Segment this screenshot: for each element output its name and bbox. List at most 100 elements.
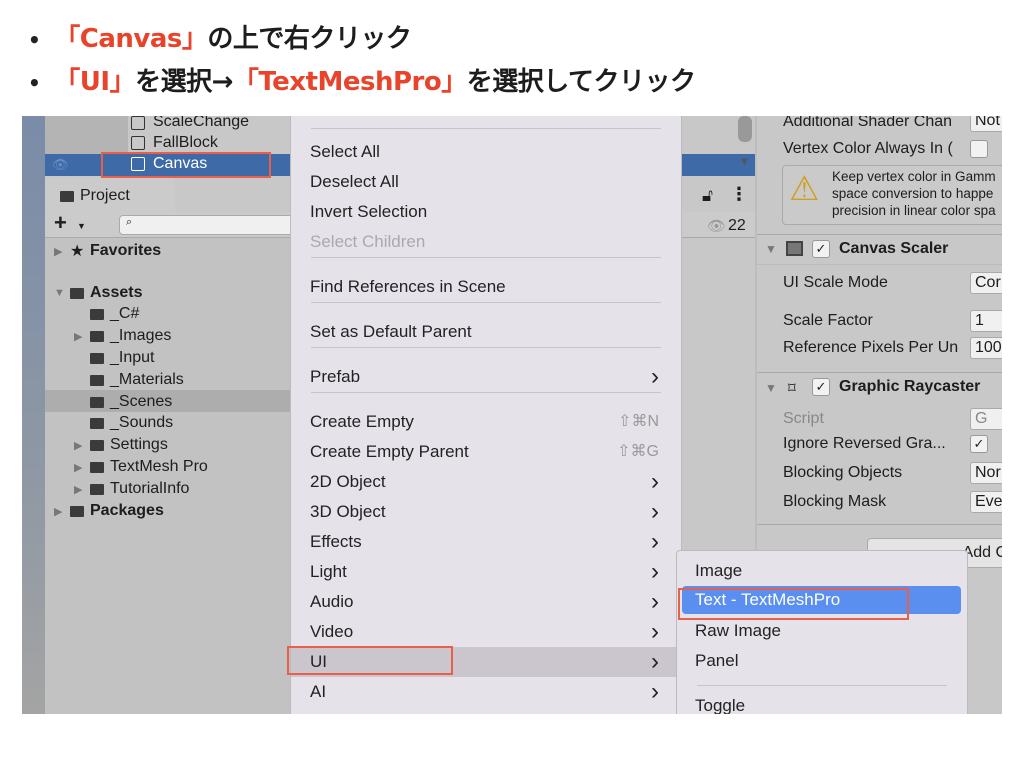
blocking-objects-dropdown[interactable]: Nor [970,462,1002,484]
gameobject-icon [131,136,145,150]
label: Ignore Reversed Gra... [783,435,946,452]
scale-factor-input[interactable]: 1 [970,310,1002,332]
submenu-item-raw-image[interactable]: Raw Image [677,616,967,646]
submenu-item-toggle[interactable]: Toggle [677,691,967,714]
project-tree-item[interactable]: Favorites [90,241,161,261]
project-tree-item[interactable]: _Scenes [110,392,172,412]
project-tree-item[interactable]: TutorialInfo [110,479,189,499]
chevron-right-icon: › [651,468,659,495]
menu-item-light[interactable]: Light › [291,557,681,587]
dropdown-icon[interactable]: ▼ [77,221,86,231]
lock-icon[interactable]: 🔓︎ [702,186,713,206]
canvas-scaler-enabled-checkbox[interactable]: ✓ [812,240,830,258]
expand-arrow-icon[interactable]: ▶ [54,505,62,518]
highlight-box [101,152,271,178]
project-tree-item[interactable]: _C# [110,304,139,324]
chevron-right-icon: › [651,528,659,555]
menu-item-2d-object[interactable]: 2D Object › [291,467,681,497]
menu-item-deselect-all[interactable]: Deselect All [291,167,681,197]
menu-item-invert-selection[interactable]: Invert Selection [291,197,681,227]
folder-icon [70,506,84,517]
unity-screenshot: 👁 ScaleChange FallBlock Canvas ▼ Project… [22,116,1002,714]
gameobject-icon [131,116,145,130]
folder-icon [70,288,84,299]
expand-arrow-icon[interactable]: ▶ [74,483,82,496]
project-tab-label: Project [80,187,130,204]
project-tree-item[interactable]: Assets [90,283,142,303]
label: Blocking Objects [783,464,903,481]
search-input[interactable]: ⌕ [119,215,299,235]
highlight-box [287,646,453,675]
menu-item-select-all[interactable]: Select All [291,137,681,167]
menu-item-3d-object[interactable]: 3D Object › [291,497,681,527]
submenu-item-panel[interactable]: Panel [677,646,967,676]
label: Blocking Mask [783,493,887,510]
expand-arrow-icon[interactable]: ▶ [74,439,82,452]
label: Script [783,410,824,427]
ignore-reversed-checkbox[interactable]: ✓ [970,435,988,453]
expand-arrow-icon[interactable]: ▶ [54,245,62,258]
menu-item-set-as-default-parent[interactable]: Set as Default Parent [291,317,681,347]
project-tree-item[interactable]: _Materials [110,370,184,390]
visibility-eye-icon[interactable]: 👁 [52,157,69,173]
additional-shader-dropdown[interactable]: Not [970,116,1002,132]
shortcut-label: ⇧⌘N [618,413,659,430]
chevron-right-icon: › [651,498,659,525]
vertex-color-checkbox[interactable] [970,140,988,158]
add-button[interactable]: + [54,212,67,234]
folder-icon [60,191,74,202]
bullet-red-text: 「TextMeshPro」 [232,67,467,97]
folder-icon [90,309,104,320]
bullet-text: を選択してクリック [466,67,696,97]
menu-item-find-references-in-scene[interactable]: Find References in Scene [291,272,681,302]
star-icon: ★ [70,243,85,260]
ref-pixels-input[interactable]: 100 [970,337,1002,359]
hidden-count: 22 [728,217,746,234]
hierarchy-gutter [45,116,128,154]
highlight-box [678,588,909,620]
scroll-down-icon[interactable]: ▼ [739,156,750,168]
menu-item-prefab[interactable]: Prefab › [291,362,681,392]
expand-arrow-icon[interactable]: ▶ [74,330,82,343]
submenu-item-image[interactable]: Image [677,556,967,586]
ui-submenu: Image Text - TextMeshPro Raw Image Panel Tog… [676,550,968,714]
more-options-icon[interactable]: ⋮ [730,184,748,205]
blocking-mask-dropdown[interactable]: Eve [970,491,1002,513]
folder-icon [90,418,104,429]
component-title: Graphic Raycaster [839,378,981,395]
menu-item-video[interactable]: Video › [291,617,681,647]
ui-scale-mode-dropdown[interactable]: Cor [970,272,1002,294]
bullet-red-text: 「Canvas」 [54,24,208,54]
project-tree-item[interactable]: _Images [110,326,171,346]
eye-icon[interactable]: 👁 [707,217,726,235]
chevron-right-icon: › [651,678,659,705]
project-tree-item[interactable]: Packages [90,501,164,521]
hierarchy-item[interactable]: FallBlock [153,133,218,153]
bullet-red-text: 「UI」 [54,67,136,97]
bullet-text: を選択→ [135,67,233,97]
expand-arrow-icon[interactable]: ▼ [54,287,65,299]
hierarchy-scrollbar[interactable] [738,116,752,142]
script-field[interactable]: G [970,408,1002,430]
project-tree-item[interactable]: Settings [110,435,168,455]
menu-item-audio[interactable]: Audio › [291,587,681,617]
shortcut-label: ⇧⌘G [617,443,659,460]
scene-view-edge [22,116,45,714]
menu-item-create-empty[interactable]: Create Empty ⇧⌘N [291,407,681,437]
collapse-icon[interactable]: ▼ [765,242,777,256]
menu-item-ai[interactable]: AI › [291,677,681,707]
menu-item-effects[interactable]: Effects › [291,527,681,557]
bullet-1: • 「Canvas」の上で右クリック [28,24,412,54]
graphic-raycaster-icon: ⌑ [788,380,796,397]
expand-arrow-icon[interactable]: ▶ [74,461,82,474]
project-tree-item[interactable]: _Sounds [110,413,173,433]
project-tree-item[interactable]: _Input [110,348,154,368]
graphic-raycaster-enabled-checkbox[interactable]: ✓ [812,378,830,396]
collapse-icon[interactable]: ▼ [765,381,777,395]
label: Scale Factor [783,312,873,329]
hierarchy-item[interactable]: ScaleChange [153,116,249,132]
folder-icon [90,353,104,364]
warning-icon: ⚠ [789,170,820,208]
project-tree-item[interactable]: TextMesh Pro [110,457,208,477]
menu-item-create-empty-parent[interactable]: Create Empty Parent ⇧⌘G [291,437,681,467]
